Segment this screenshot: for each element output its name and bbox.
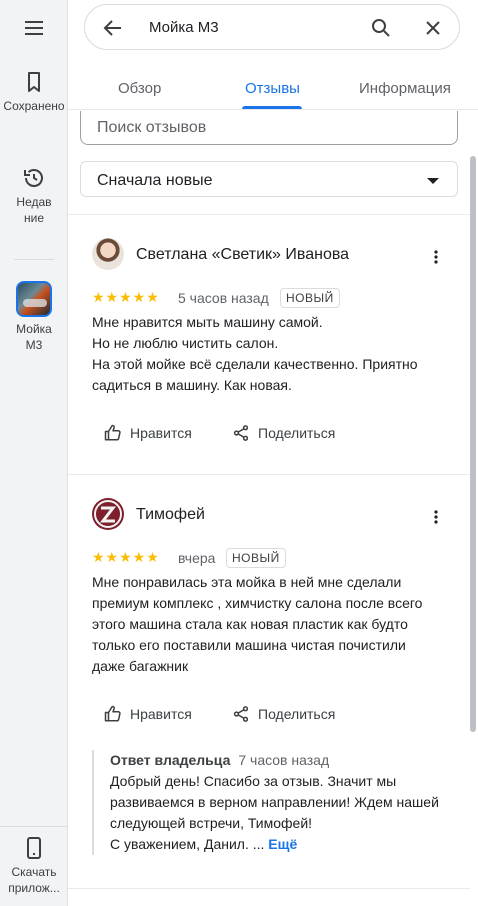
share-icon: [233, 425, 249, 441]
review-text: Мне понравилась эта мойка в ней мне сдел…: [92, 574, 423, 674]
owner-reply-last-line: С уважением, Данил. ...: [110, 836, 265, 852]
avatar-logo-icon: [94, 500, 122, 528]
divider: [68, 888, 470, 889]
share-button[interactable]: Поделиться: [232, 705, 335, 723]
rail-item-recent[interactable]: Недавние: [0, 166, 68, 226]
star-rating: ★★★★★: [92, 289, 160, 305]
search-icon[interactable]: [369, 16, 393, 40]
owner-reply: Ответ владельца 7 часов назад Добрый день…: [92, 750, 452, 855]
menu-icon: [25, 21, 43, 35]
scrollbar-thumb[interactable]: [470, 156, 476, 732]
history-icon: [24, 169, 43, 187]
review-text: Мне нравится мыть машину самой. Но не лю…: [92, 314, 418, 393]
review-card: Светлана «Светик» Иванова ★★★★★ 5 часов …: [68, 214, 470, 474]
like-button[interactable]: Нравится: [104, 705, 192, 723]
more-options-icon[interactable]: [428, 509, 444, 525]
star-rating: ★★★★★: [92, 549, 160, 565]
rail-item-recent-label: Недавние: [16, 195, 52, 225]
owner-reply-title: Ответ владельца: [110, 752, 231, 768]
review-search-input[interactable]: Поиск отзывов: [80, 111, 458, 145]
avatar[interactable]: [92, 498, 124, 530]
new-badge: НОВЫЙ: [280, 288, 340, 308]
search-input[interactable]: Мойка М3: [149, 19, 219, 36]
phone-icon: [27, 837, 41, 859]
avatar[interactable]: [92, 238, 124, 270]
like-label: Нравится: [130, 425, 192, 441]
review-author[interactable]: Светлана «Светик» Иванова: [136, 246, 349, 264]
review-author[interactable]: Тимофей: [136, 506, 205, 524]
share-button[interactable]: Поделиться: [232, 424, 335, 442]
share-label: Поделиться: [258, 706, 336, 722]
like-button[interactable]: Нравится: [104, 424, 192, 442]
owner-reply-time: 7 часов назад: [238, 752, 330, 768]
sort-label: Сначала новые: [97, 172, 213, 189]
owner-reply-header: Ответ владельца 7 часов назад: [110, 750, 452, 771]
review-card: Тимофей ★★★★★ вчера НОВЫЙ Мне понравилас…: [68, 474, 470, 888]
thumbs-up-icon: [104, 424, 121, 441]
review-time: вчера: [178, 550, 216, 566]
thumbs-up-icon: [104, 705, 121, 722]
tab-info[interactable]: Информация: [359, 80, 451, 97]
rail-item-place[interactable]: Мойка М3: [0, 281, 68, 353]
tab-bar: Обзор Отзывы Информация: [68, 64, 478, 110]
left-rail: Сохранено Недавние Мойка М3 Скачать прил…: [0, 0, 68, 906]
close-icon[interactable]: [421, 16, 445, 40]
back-arrow-icon[interactable]: [101, 16, 125, 40]
review-time: 5 часов назад: [178, 290, 269, 306]
read-more-link[interactable]: Ещё: [268, 836, 297, 852]
rail-separator-bottom: [0, 826, 68, 827]
menu-button[interactable]: [20, 14, 48, 42]
share-label: Поделиться: [258, 425, 336, 441]
place-thumbnail: [16, 281, 52, 317]
tab-overview[interactable]: Обзор: [118, 80, 161, 97]
rail-item-place-label: Мойка М3: [16, 322, 52, 352]
rail-item-download-app[interactable]: Скачать прилож...: [0, 836, 68, 896]
search-box[interactable]: Мойка М3: [84, 4, 460, 50]
active-tab-indicator: [242, 106, 302, 109]
share-icon: [233, 706, 249, 722]
rail-item-saved-label: Сохранено: [3, 99, 65, 113]
like-label: Нравится: [130, 706, 192, 722]
rail-separator: [14, 259, 54, 260]
more-options-icon[interactable]: [428, 249, 444, 265]
bookmark-icon: [28, 72, 40, 92]
tab-reviews[interactable]: Отзывы: [245, 80, 300, 97]
sort-dropdown[interactable]: Сначала новые: [80, 161, 458, 197]
rail-item-download-label: Скачать прилож...: [8, 865, 60, 895]
new-badge: НОВЫЙ: [226, 548, 286, 568]
rail-item-saved[interactable]: Сохранено: [0, 70, 68, 114]
caret-down-icon: [427, 178, 439, 184]
